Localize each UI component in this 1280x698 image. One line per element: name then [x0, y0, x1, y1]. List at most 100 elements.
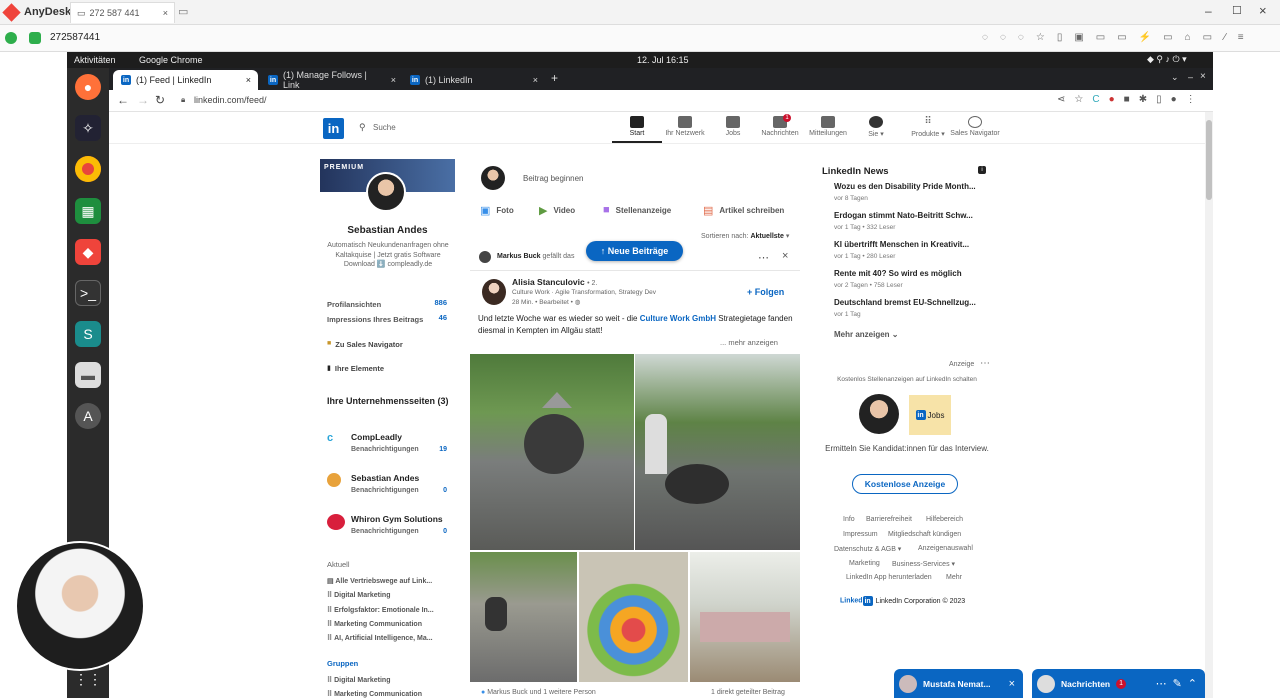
group-item[interactable]: ⠿ Digital Marketing: [327, 674, 422, 688]
company-mention-link[interactable]: Culture Work GmbH: [640, 314, 716, 323]
footer-link[interactable]: LinkedIn App herunterladen: [846, 574, 932, 581]
compose-icon[interactable]: ✎: [1173, 677, 1182, 690]
tab-linkedin[interactable]: in (1) LinkedIn ×: [402, 70, 542, 90]
footer-link[interactable]: Datenschutz & AGB ▾: [834, 545, 901, 553]
company-item[interactable]: Whiron Gym Solutions Benachrichtigungen …: [327, 514, 447, 540]
share-icon[interactable]: ⋖: [1057, 94, 1065, 105]
groups-title[interactable]: Gruppen: [327, 659, 358, 668]
record-icon[interactable]: ◌: [1018, 32, 1024, 43]
system-tray-icon[interactable]: ◆ ⚲ ♪ ⏻ ▾: [1147, 54, 1187, 65]
avatar[interactable]: [479, 251, 491, 263]
new-tab-icon[interactable]: +: [551, 71, 558, 85]
footer-link[interactable]: Marketing: [849, 560, 880, 567]
terminal-icon[interactable]: >_: [75, 280, 101, 306]
more-icon[interactable]: ⋮: [1186, 94, 1196, 105]
chevron-up-icon[interactable]: ⌃: [1188, 677, 1197, 690]
minimize-icon[interactable]: –: [1188, 72, 1193, 82]
chat-icon[interactable]: ◌: [982, 32, 988, 43]
maximize-icon[interactable]: ☐: [1232, 4, 1242, 17]
nav-messages[interactable]: Nachrichten 1: [755, 114, 805, 137]
profile-icon[interactable]: ●: [1171, 94, 1177, 105]
nav-network[interactable]: Ihr Netzwerk: [660, 116, 710, 137]
my-items-link[interactable]: ▮ Ihre Elemente: [327, 364, 384, 373]
clock[interactable]: 12. Jul 16:15: [637, 55, 689, 65]
reactions-summary[interactable]: ● Markus Buck und 1 weitere Person: [481, 689, 596, 696]
bookmark-star-icon[interactable]: ☆: [1074, 94, 1083, 105]
extension-red-icon[interactable]: ●: [1109, 94, 1115, 105]
company-item[interactable]: c CompLeadly Benachrichtigungen 19: [327, 432, 447, 458]
profile-name[interactable]: Sebastian Andes: [320, 225, 455, 236]
draw-icon[interactable]: ∕: [1224, 32, 1226, 43]
tab-search-icon[interactable]: ⌄: [1171, 72, 1179, 83]
menu-icon[interactable]: ≡: [1238, 32, 1244, 43]
recent-item[interactable]: ⠿ Digital Marketing: [327, 589, 434, 603]
keyboard-icon[interactable]: ▭: [1163, 32, 1172, 43]
app-menu[interactable]: Google Chrome: [139, 55, 203, 65]
close-icon[interactable]: ×: [163, 8, 168, 18]
recent-item[interactable]: ⠿ Marketing Communication: [327, 618, 434, 632]
composer-job[interactable]: ■ Stellenanzeige: [603, 204, 671, 216]
firefox-icon[interactable]: ●: [75, 74, 101, 100]
footer-link[interactable]: Impressum: [843, 531, 878, 538]
tab-close-icon[interactable]: ×: [533, 75, 538, 85]
close-icon[interactable]: ×: [1009, 678, 1015, 690]
nav-jobs[interactable]: Jobs: [708, 116, 758, 137]
nav-notifications[interactable]: Mitteilungen: [803, 116, 853, 137]
activities-button[interactable]: Aktivitäten: [74, 55, 116, 65]
footer-link[interactable]: Mitgliedschaft kündigen: [888, 531, 961, 538]
permissions-icon[interactable]: ⌂: [1185, 32, 1191, 43]
news-show-more[interactable]: Mehr anzeigen ⌄: [834, 330, 899, 339]
close-icon[interactable]: ×: [1200, 71, 1206, 82]
tab-close-icon[interactable]: ×: [246, 75, 251, 85]
file-icon[interactable]: ◌: [1000, 32, 1006, 43]
shares-count[interactable]: 1 direkt geteilter Beitrag: [711, 689, 785, 696]
extension-square-icon[interactable]: ■: [1124, 94, 1130, 105]
footer-link[interactable]: Mehr: [946, 574, 962, 581]
footer-link[interactable]: Anzeigenauswahl: [918, 545, 973, 552]
search-input[interactable]: Suche: [373, 123, 396, 132]
tab-close-icon[interactable]: ×: [391, 75, 396, 85]
post-photo-4[interactable]: [579, 552, 688, 682]
nav-products[interactable]: ⠿ Produkte ▾: [903, 116, 953, 138]
news-item[interactable]: Rente mit 40? So wird es möglich vor 2 Ta…: [826, 269, 991, 298]
company-item[interactable]: Sebastian Andes Benachrichtigungen 0: [327, 473, 447, 499]
url-field[interactable]: linkedin.com/feed/: [194, 95, 267, 105]
sidepanel-icon[interactable]: ▯: [1156, 94, 1162, 105]
news-item[interactable]: KI übertrifft Menschen in Kreativit... vo…: [826, 240, 991, 269]
post-photo-1[interactable]: [470, 354, 634, 550]
back-icon[interactable]: ←: [117, 93, 129, 107]
footer-link[interactable]: Info: [843, 516, 855, 523]
nav-me[interactable]: Sie ▾: [851, 116, 901, 138]
author-name[interactable]: Alisia Stanculovic: [512, 277, 585, 287]
composer-article[interactable]: ▤ Artikel schreiben: [703, 204, 784, 217]
recent-item[interactable]: ▤ Alle Vertriebswege auf Link...: [327, 575, 434, 589]
recent-item[interactable]: ⠿ AI, Artificial Intelligence, Ma...: [327, 632, 434, 646]
new-session-icon[interactable]: ▭: [178, 5, 188, 18]
search-icon[interactable]: ⚲: [359, 122, 366, 133]
more-options-icon[interactable]: ⋯: [758, 251, 769, 264]
profile-avatar[interactable]: [366, 172, 406, 212]
author-avatar[interactable]: [482, 279, 506, 305]
sheets-icon[interactable]: ▦: [75, 198, 101, 224]
monitor-icon[interactable]: ▭: [1096, 32, 1105, 43]
software-icon[interactable]: A: [75, 403, 101, 429]
follow-button[interactable]: + Folgen: [747, 287, 784, 297]
display-icon[interactable]: ▣: [1074, 32, 1083, 43]
forward-icon[interactable]: →: [137, 93, 149, 107]
message-icon[interactable]: ▭: [1117, 32, 1126, 43]
news-item[interactable]: Wozu es den Disability Pride Month... vor…: [826, 182, 991, 211]
new-posts-button[interactable]: ↑ Neue Beiträge: [586, 241, 683, 261]
nav-start[interactable]: Start: [612, 116, 662, 143]
footer-link[interactable]: Barrierefreiheit: [866, 516, 912, 523]
minimize-icon[interactable]: –: [1205, 4, 1212, 18]
see-more-link[interactable]: ... mehr anzeigen: [720, 338, 778, 347]
sort-control[interactable]: Sortieren nach: Aktuellste ▾: [701, 232, 789, 240]
post-photo-3[interactable]: [470, 552, 577, 682]
nav-sales-navigator[interactable]: Sales Navigator: [947, 116, 1003, 137]
chat-window-mustafa[interactable]: Mustafa Nemat... ×: [894, 669, 1023, 698]
anydesk-session-tab[interactable]: ▭ 272 587 441 ×: [70, 2, 175, 23]
news-item[interactable]: Erdogan stimmt Nato-Beitritt Schw... vor …: [826, 211, 991, 240]
composer-video[interactable]: ▶ Video: [539, 204, 575, 217]
dismiss-icon[interactable]: ×: [782, 250, 788, 262]
lock-icon[interactable]: 🔒︎: [181, 95, 185, 105]
